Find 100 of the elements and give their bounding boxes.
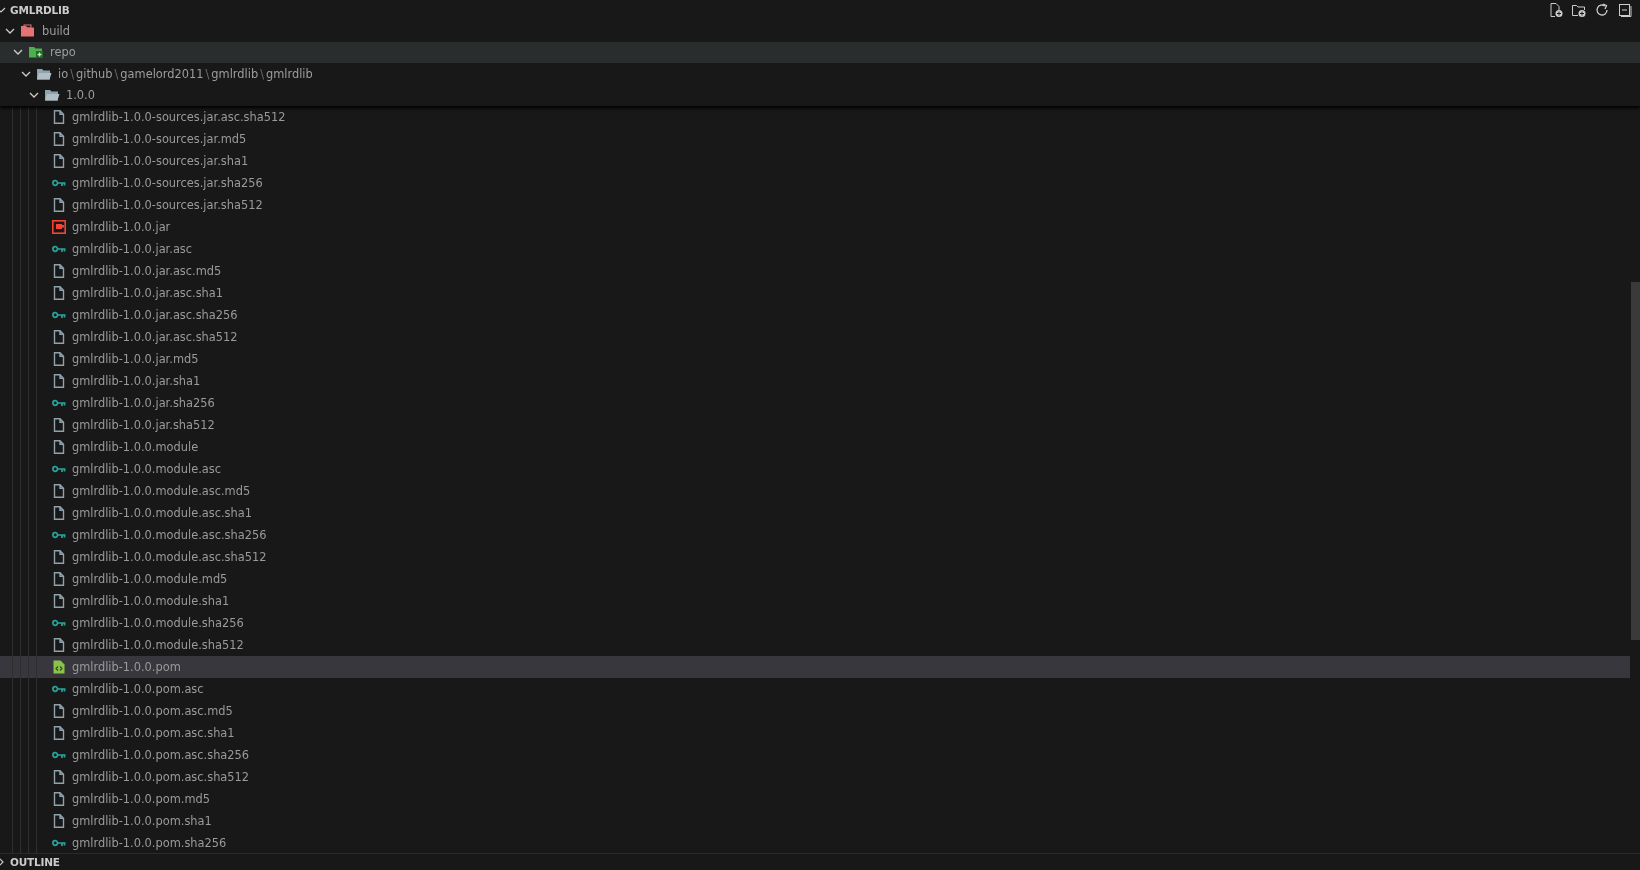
file-icon bbox=[52, 330, 66, 344]
file-row[interactable]: gmlrdlib-1.0.0.pom.md5 bbox=[0, 788, 1630, 810]
file-name: gmlrdlib-1.0.0-sources.jar.md5 bbox=[72, 132, 247, 146]
file-name: gmlrdlib-1.0.0.jar.asc.sha1 bbox=[72, 286, 224, 300]
file-name: gmlrdlib-1.0.0.jar.sha1 bbox=[72, 374, 201, 388]
file-icon bbox=[52, 572, 66, 586]
file-row[interactable]: gmlrdlib-1.0.0.jar.asc.md5 bbox=[0, 260, 1630, 282]
file-name: gmlrdlib-1.0.0.module.sha512 bbox=[72, 638, 244, 652]
folder-row[interactable]: build bbox=[0, 20, 1640, 42]
file-row[interactable]: gmlrdlib-1.0.0.pom.asc.sha512 bbox=[0, 766, 1630, 788]
file-row[interactable]: gmlrdlib-1.0.0.module.sha512 bbox=[0, 634, 1630, 656]
file-name: gmlrdlib-1.0.0.jar.asc.sha256 bbox=[72, 308, 238, 322]
folder-icon bbox=[36, 66, 52, 81]
key-icon bbox=[52, 751, 66, 759]
folder-name: repo bbox=[50, 45, 76, 60]
file-name: gmlrdlib-1.0.0.module.asc.sha512 bbox=[72, 550, 267, 564]
file-row[interactable]: gmlrdlib-1.0.0.jar.md5 bbox=[0, 348, 1630, 370]
file-row[interactable]: gmlrdlib-1.0.0.jar.sha1 bbox=[0, 370, 1630, 392]
file-row[interactable]: gmlrdlib-1.0.0.pom.sha1 bbox=[0, 810, 1630, 832]
code-file-icon bbox=[52, 660, 66, 674]
file-name: gmlrdlib-1.0.0.jar.asc.md5 bbox=[72, 264, 222, 278]
key-icon bbox=[52, 839, 66, 847]
folder-name: io \ github \ gamelord2011 \ gmlrdlib \ gmlrdlib bbox=[58, 66, 313, 81]
file-icon bbox=[52, 418, 66, 432]
file-row[interactable]: gmlrdlib-1.0.0.module.md5 bbox=[0, 568, 1630, 590]
file-name: gmlrdlib-1.0.0.module.md5 bbox=[72, 572, 228, 586]
key-icon bbox=[52, 619, 66, 627]
file-name: gmlrdlib-1.0.0.module.asc.sha1 bbox=[72, 506, 252, 520]
file-row[interactable]: gmlrdlib-1.0.0.module bbox=[0, 436, 1630, 458]
key-icon bbox=[52, 311, 66, 319]
file-row[interactable]: gmlrdlib-1.0.0-sources.jar.sha256 bbox=[0, 172, 1630, 194]
file-row[interactable]: gmlrdlib-1.0.0.module.asc.sha1 bbox=[0, 502, 1630, 524]
file-icon bbox=[52, 814, 66, 828]
file-name: gmlrdlib-1.0.0.module.sha256 bbox=[72, 616, 244, 630]
folder-row[interactable]: 1.0.0 bbox=[0, 84, 1640, 106]
file-name: gmlrdlib-1.0.0.pom.asc.sha1 bbox=[72, 726, 235, 740]
file-name: gmlrdlib-1.0.0.jar.sha256 bbox=[72, 396, 215, 410]
file-name: gmlrdlib-1.0.0.module.asc.md5 bbox=[72, 484, 251, 498]
file-row[interactable]: gmlrdlib-1.0.0.jar.asc bbox=[0, 238, 1630, 260]
folder-icon bbox=[20, 23, 36, 38]
file-row[interactable]: gmlrdlib-1.0.0-sources.jar.sha1 bbox=[0, 150, 1630, 172]
file-row[interactable]: gmlrdlib-1.0.0.module.asc.sha256 bbox=[0, 524, 1630, 546]
file-name: gmlrdlib-1.0.0.pom.asc.sha256 bbox=[72, 748, 250, 762]
new-file-button[interactable] bbox=[1547, 1, 1564, 19]
collapse-button[interactable] bbox=[1616, 1, 1633, 19]
file-name: gmlrdlib-1.0.0.pom.md5 bbox=[72, 792, 210, 806]
file-row[interactable]: gmlrdlib-1.0.0.jar.asc.sha256 bbox=[0, 304, 1630, 326]
file-name: gmlrdlib-1.0.0.module.asc bbox=[72, 462, 221, 476]
file-row[interactable]: gmlrdlib-1.0.0.pom.asc.md5 bbox=[0, 700, 1630, 722]
file-name: gmlrdlib-1.0.0.module.sha1 bbox=[72, 594, 230, 608]
file-name: gmlrdlib-1.0.0.pom.sha256 bbox=[72, 836, 227, 850]
refresh-button[interactable] bbox=[1593, 1, 1610, 19]
file-row[interactable]: gmlrdlib-1.0.0.jar bbox=[0, 216, 1630, 238]
file-row[interactable]: gmlrdlib-1.0.0.jar.asc.sha1 bbox=[0, 282, 1630, 304]
file-name: gmlrdlib-1.0.0.pom.asc bbox=[72, 682, 204, 696]
file-icon bbox=[52, 440, 66, 454]
file-name: gmlrdlib-1.0.0-sources.jar.sha1 bbox=[72, 154, 249, 168]
folder-icon bbox=[44, 88, 60, 103]
folder-name: 1.0.0 bbox=[66, 88, 95, 103]
key-icon bbox=[52, 685, 66, 693]
file-row[interactable]: gmlrdlib-1.0.0.pom.asc.sha256 bbox=[0, 744, 1630, 766]
key-icon bbox=[52, 399, 66, 407]
file-icon bbox=[52, 726, 66, 740]
file-row[interactable]: gmlrdlib-1.0.0.pom.asc bbox=[0, 678, 1630, 700]
file-row[interactable]: gmlrdlib-1.0.0.module.sha256 bbox=[0, 612, 1630, 634]
file-row[interactable]: gmlrdlib-1.0.0.module.sha1 bbox=[0, 590, 1630, 612]
file-icon bbox=[52, 110, 66, 124]
file-icon bbox=[52, 506, 66, 520]
file-row[interactable]: gmlrdlib-1.0.0.jar.asc.sha512 bbox=[0, 326, 1630, 348]
file-row[interactable]: gmlrdlib-1.0.0.jar.sha256 bbox=[0, 392, 1630, 414]
file-icon bbox=[52, 550, 66, 564]
scrollbar-thumb[interactable] bbox=[1631, 282, 1640, 640]
file-name: gmlrdlib-1.0.0.jar bbox=[72, 220, 171, 234]
file-row[interactable]: gmlrdlib-1.0.0.module.asc bbox=[0, 458, 1630, 480]
file-row[interactable]: gmlrdlib-1.0.0.module.asc.md5 bbox=[0, 480, 1630, 502]
file-row[interactable]: gmlrdlib-1.0.0.jar.sha512 bbox=[0, 414, 1630, 436]
file-name: gmlrdlib-1.0.0.jar.md5 bbox=[72, 352, 199, 366]
folder-name: build bbox=[42, 23, 70, 38]
file-icon bbox=[52, 132, 66, 146]
file-icon bbox=[52, 264, 66, 278]
section-title[interactable]: GMLRDLIB bbox=[10, 4, 70, 16]
file-row[interactable]: gmlrdlib-1.0.0-sources.jar.md5 bbox=[0, 128, 1630, 150]
key-icon bbox=[52, 245, 66, 253]
folder-row[interactable]: io \ github \ gamelord2011 \ gmlrdlib \ gmlrdlib bbox=[0, 63, 1640, 85]
file-row[interactable]: gmlrdlib-1.0.0.pom.asc.sha1 bbox=[0, 722, 1630, 744]
file-row[interactable]: gmlrdlib-1.0.0.pom.sha256 bbox=[0, 832, 1630, 853]
file-name: gmlrdlib-1.0.0.module.asc.sha256 bbox=[72, 528, 267, 542]
file-name: gmlrdlib-1.0.0.pom.asc.sha512 bbox=[72, 770, 250, 784]
file-row[interactable]: gmlrdlib-1.0.0-sources.jar.asc.sha512 bbox=[0, 106, 1630, 128]
file-row[interactable]: gmlrdlib-1.0.0-sources.jar.sha512 bbox=[0, 194, 1630, 216]
file-icon bbox=[52, 704, 66, 718]
file-icon bbox=[52, 352, 66, 366]
folder-row[interactable]: repo bbox=[0, 41, 1640, 63]
file-icon bbox=[52, 154, 66, 168]
file-row[interactable]: gmlrdlib-1.0.0.module.asc.sha512 bbox=[0, 546, 1630, 568]
file-name: gmlrdlib-1.0.0.jar.asc bbox=[72, 242, 193, 256]
section-title[interactable]: OUTLINE bbox=[10, 856, 60, 868]
file-icon bbox=[52, 286, 66, 300]
file-row[interactable]: gmlrdlib-1.0.0.pom bbox=[0, 656, 1630, 678]
file-name: gmlrdlib-1.0.0.jar.asc.sha512 bbox=[72, 330, 238, 344]
